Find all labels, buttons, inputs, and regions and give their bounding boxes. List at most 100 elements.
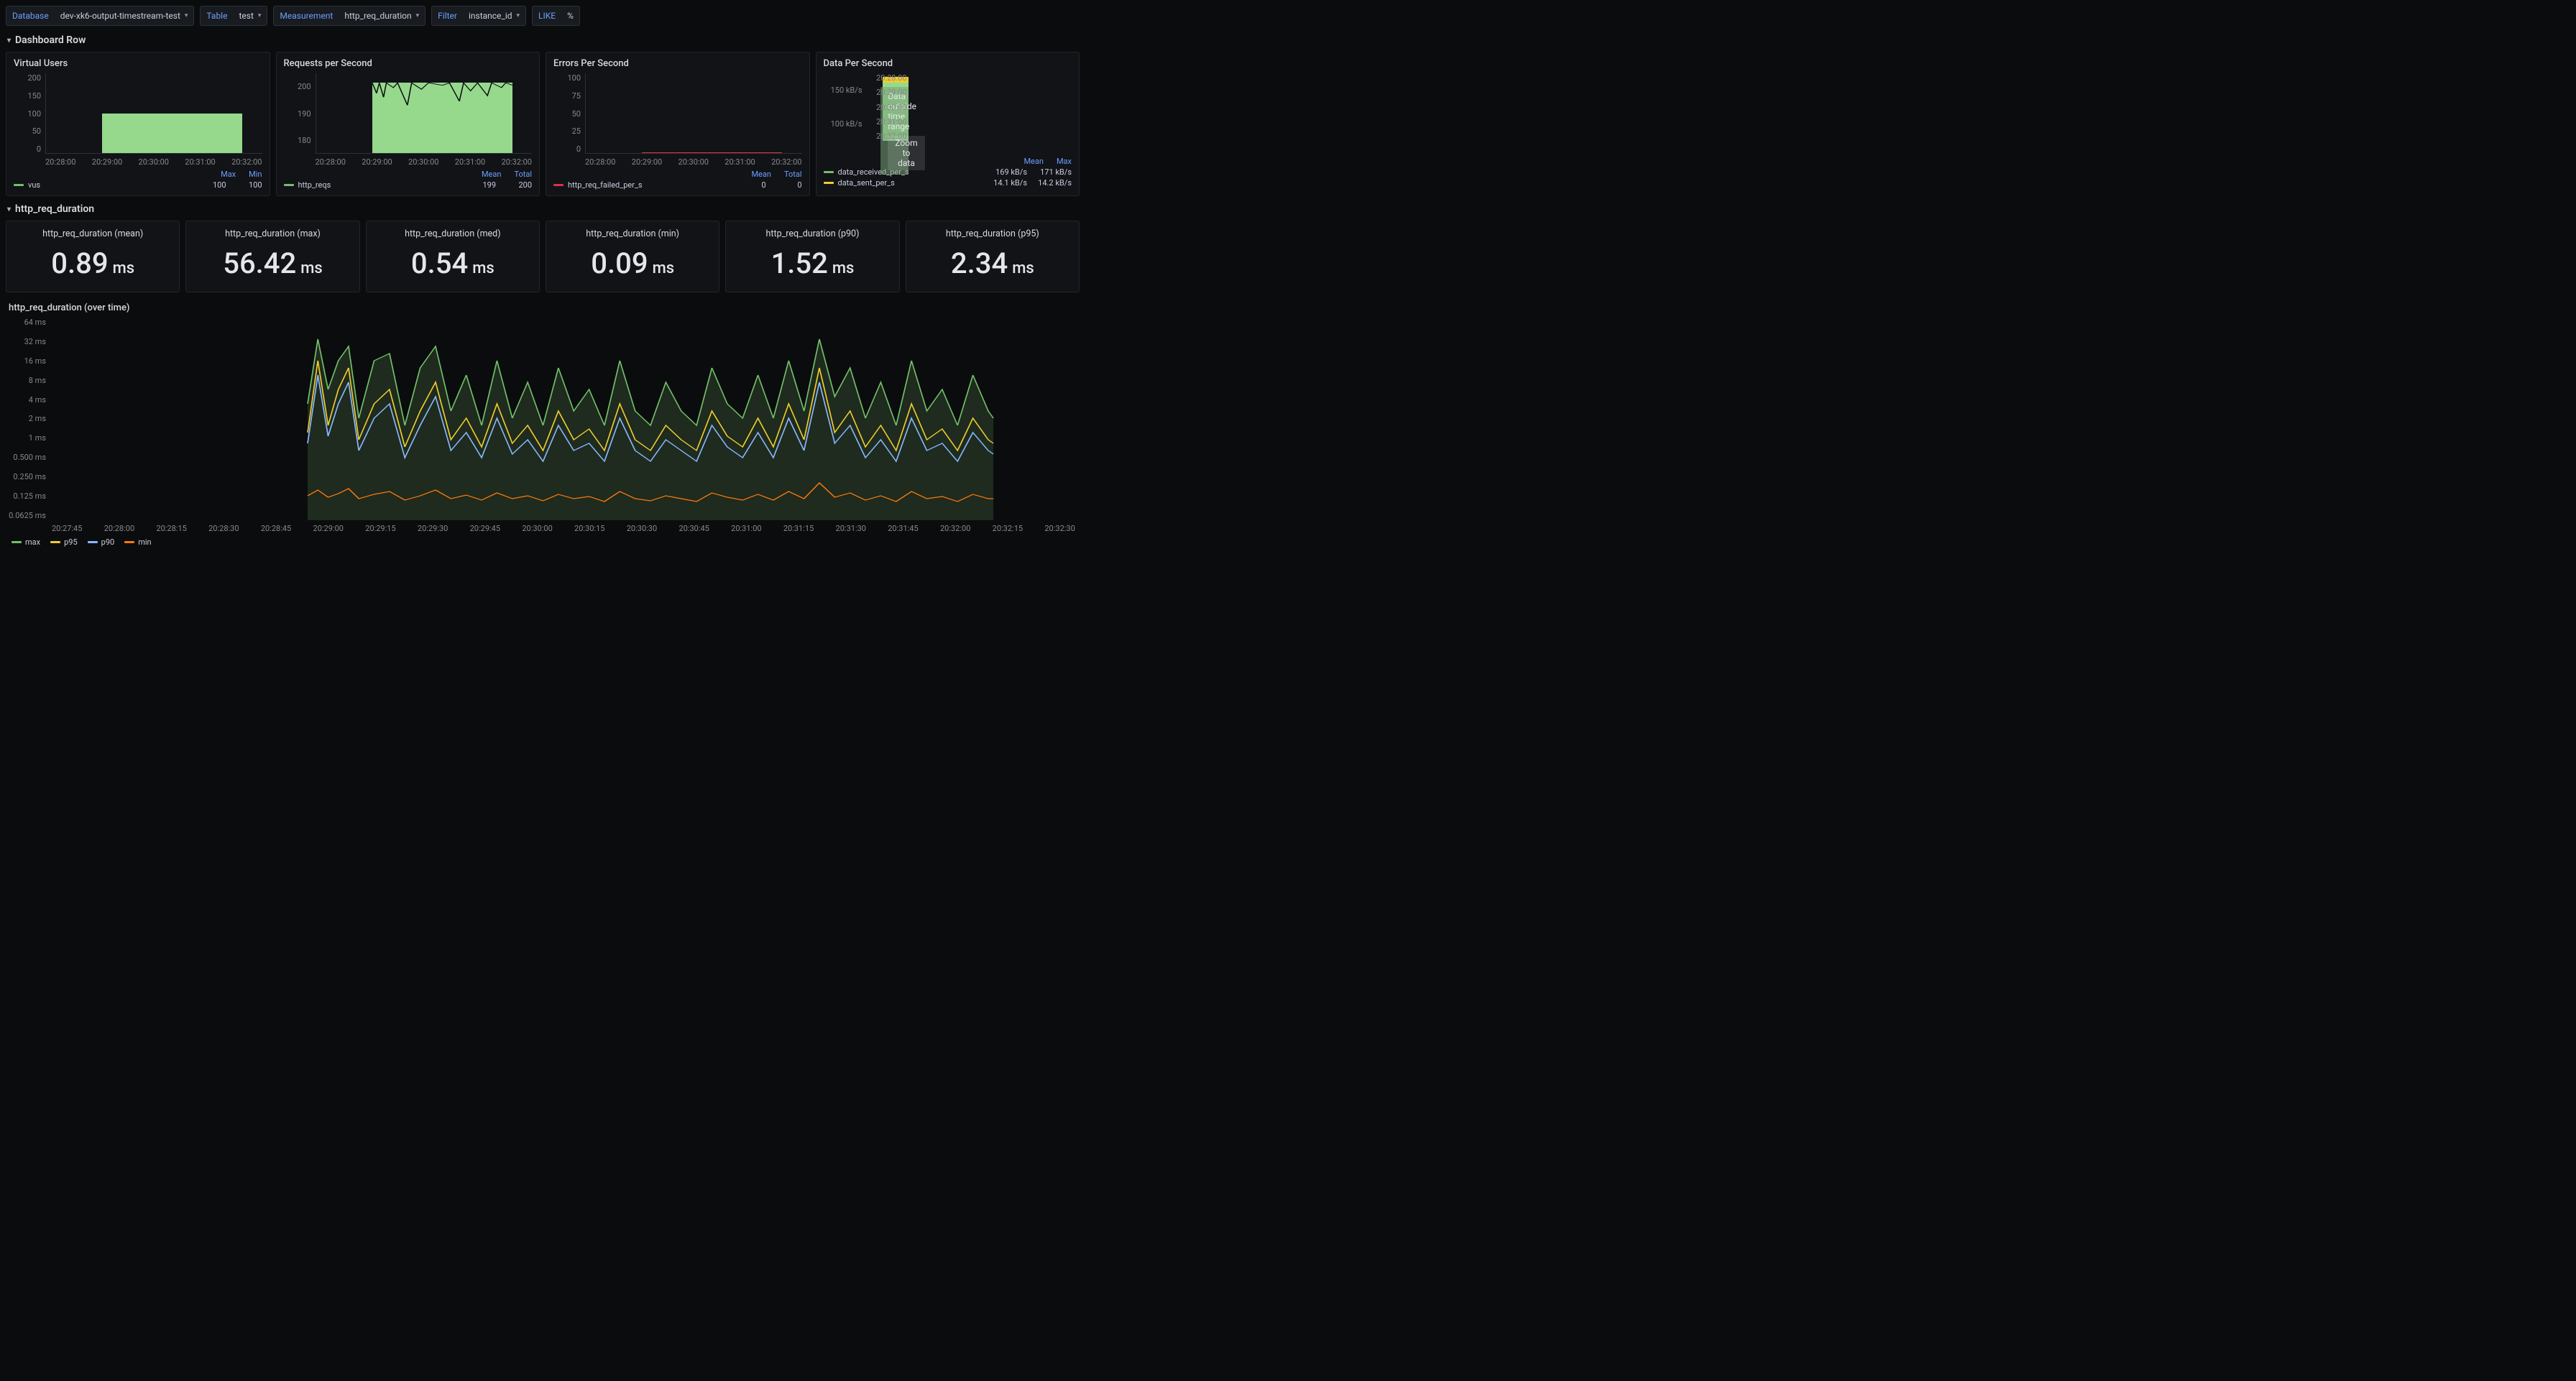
stat-value: 0.54ms [411,246,494,280]
var-value: % [561,11,579,21]
plot-area [316,73,533,154]
plot-area [52,318,1075,520]
legend-item-p95[interactable]: p95 [50,537,78,547]
legend-value: 171 kB/s [1031,167,1072,177]
x-axis: 20:28:0020:29:0020:30:0020:31:0020:32:00 [316,157,533,167]
row-header-http-req-duration[interactable]: http_req_duration [7,203,1080,215]
legend-item[interactable]: http_req_failed_per_s 0 0 [553,180,802,190]
stat-title: http_req_duration (p90) [730,228,894,239]
variable-bar: Database dev-xk6-output-timestream-test … [6,6,1080,26]
legend-name: http_req_failed_per_s [568,180,730,190]
legend-swatch-icon [553,184,564,186]
y-axis: 150 kB/s100 kB/s [824,73,865,141]
var-value: dev-xk6-output-timestream-test [55,11,194,21]
panel-requests-per-second[interactable]: Requests per Second 200190180 20:28:0020… [276,52,540,196]
legend-item-min[interactable]: min [124,537,151,547]
stats-header: MeanTotal [553,170,802,179]
panel-title: Virtual Users [14,58,262,69]
legend-name: http_reqs [298,180,461,190]
legend-item-max[interactable]: max [12,537,40,547]
panel-virtual-users[interactable]: Virtual Users 200150100500 20:28:0020:29… [6,52,270,196]
var-filter[interactable]: Filter instance_id [431,6,526,26]
panel-title: Requests per Second [284,58,533,69]
y-axis: 200150100500 [14,73,44,154]
var-database[interactable]: Database dev-xk6-output-timestream-test [6,6,194,26]
legend-name: p90 [101,537,115,547]
y-axis: 200190180 [284,73,314,154]
legend-swatch-icon [824,171,834,173]
series-line [642,152,782,153]
chart: 150 kB/s100 kB/s Data outside time range… [824,73,1072,154]
legend-value: 14.2 kB/s [1031,178,1072,188]
legend-value: 169 kB/s [987,167,1027,177]
panel-data-per-second[interactable]: Data Per Second 150 kB/s100 kB/s Data ou… [816,52,1080,196]
legend-name: data_sent_per_s [838,178,983,188]
legend-item[interactable]: data_received_per_s 169 kB/s 171 kB/s [824,167,1072,177]
stats-header: MeanTotal [284,170,533,179]
series-max-fill [308,339,993,520]
legend-swatch-icon [824,182,834,184]
stat-title: http_req_duration (min) [551,228,714,239]
legend-item[interactable]: http_reqs 199 200 [284,180,533,190]
legend-item[interactable]: data_sent_per_s 14.1 kB/s 14.2 kB/s [824,178,1072,188]
row-title: http_req_duration [15,203,94,215]
x-axis: 20:27:4520:28:0020:28:1520:28:3020:28:45… [52,524,1075,533]
legend-item-p90[interactable]: p90 [88,537,115,547]
panel-title: http_req_duration (over time) [9,302,1080,313]
var-value: test [233,11,267,21]
stat-value: 56.42ms [223,246,323,280]
var-label: Table [201,11,233,21]
legend-name: p95 [64,537,78,547]
stat-panel-p90[interactable]: http_req_duration (p90) 1.52ms [725,221,899,292]
stat-title: http_req_duration (mean) [11,228,175,239]
var-label: Filter [432,11,463,21]
stat-panel-med[interactable]: http_req_duration (med) 0.54ms [366,221,540,292]
legend-swatch-icon [12,541,22,543]
legend-name: max [25,537,40,547]
legend-swatch-icon [14,184,24,186]
stat-panel-mean[interactable]: http_req_duration (mean) 0.89ms [6,221,180,292]
var-measurement[interactable]: Measurement http_req_duration [273,6,426,26]
legend-name: min [138,537,151,547]
legend: max p95 p90 min [12,537,1080,547]
var-table[interactable]: Table test [200,6,267,26]
stat-panel-min[interactable]: http_req_duration (min) 0.09ms [546,221,719,292]
var-like[interactable]: LIKE % [532,6,580,26]
legend-item[interactable]: vus 100 100 [14,180,262,190]
row-dashboard-panels: Virtual Users 200150100500 20:28:0020:29… [6,52,1080,196]
legend-value: 199 [464,180,496,190]
legend-swatch-icon [88,541,98,543]
y-axis: 1007550250 [553,73,584,154]
stats-header: MeanMax [824,157,1072,166]
noise-line [372,83,512,105]
stat-panel-max[interactable]: http_req_duration (max) 56.42ms [185,221,359,292]
var-label: LIKE [533,11,561,21]
panel-http-req-duration-overtime[interactable]: http_req_duration (over time) 64 ms32 ms… [6,300,1080,550]
legend-value: 100 [195,180,226,190]
row-header-dashboard[interactable]: Dashboard Row [7,34,1080,46]
panel-title: Data Per Second [824,58,1072,69]
var-label: Database [6,11,55,21]
stat-panel-p95[interactable]: http_req_duration (p95) 2.34ms [906,221,1080,292]
stat-title: http_req_duration (max) [190,228,354,239]
plot-area [45,73,262,154]
legend-value: 0 [770,180,802,190]
panel-errors-per-second[interactable]: Errors Per Second 1007550250 20:28:0020:… [546,52,810,196]
chart: 200190180 20:28:0020:29:0020:30:0020:31:… [284,73,533,167]
series-fill [102,114,242,154]
stat-title: http_req_duration (p95) [911,228,1075,239]
row-title: Dashboard Row [15,34,86,46]
stat-title: http_req_duration (med) [371,228,535,239]
var-value: http_req_duration [339,11,425,21]
row-stat-panels: http_req_duration (mean) 0.89ms http_req… [6,221,1080,292]
chart: 1007550250 20:28:0020:29:0020:30:0020:31… [553,73,802,167]
legend-value: 14.1 kB/s [987,178,1027,188]
legend-name: vus [28,180,190,190]
stat-value: 2.34ms [951,246,1034,280]
chart: 64 ms32 ms16 ms8 ms4 ms2 ms1 ms0.500 ms0… [6,318,1080,533]
legend-swatch-icon [124,541,134,543]
legend-value: 200 [500,180,532,190]
legend-swatch-icon [50,541,60,543]
stats-header: MaxMin [14,170,262,179]
x-axis: 20:28:0020:29:0020:30:0020:31:0020:32:00 [867,73,911,141]
